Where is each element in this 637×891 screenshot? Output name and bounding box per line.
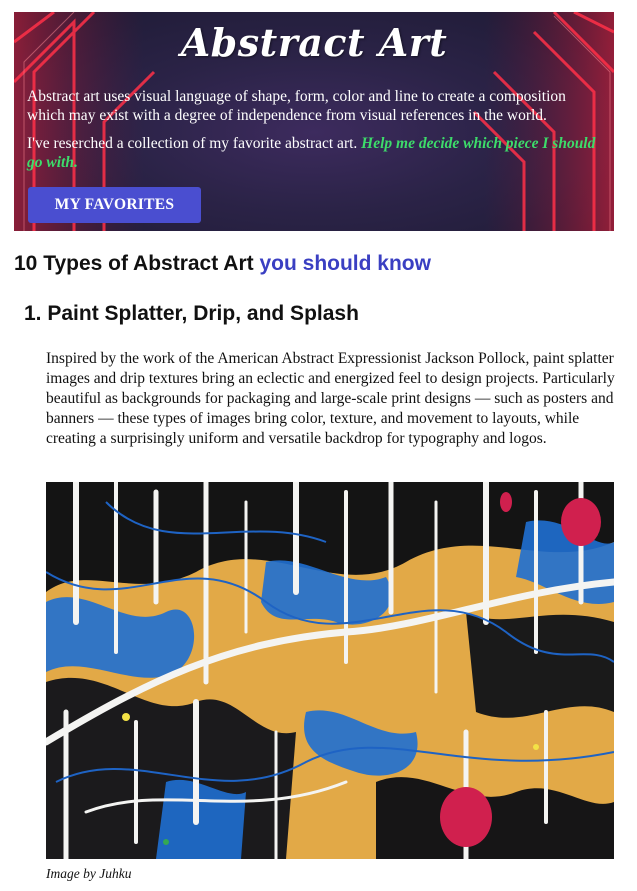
page-title: Abstract Art — [180, 20, 448, 65]
section-heading-main: 10 Types of Abstract Art — [14, 252, 254, 275]
hero-banner: Abstract Art Abstract art uses visual la… — [14, 12, 614, 231]
item-heading: 1. Paint Splatter, Drip, and Splash — [24, 302, 359, 325]
research-paragraph: I've reserched a collection of my favori… — [27, 134, 607, 172]
section-heading: 10 Types of Abstract Art you should know — [14, 252, 431, 276]
paint-splatter-image — [46, 482, 614, 859]
section-heading-accent: you should know — [259, 252, 431, 275]
research-text: I've reserched a collection of my favori… — [27, 135, 358, 152]
item-description: Inspired by the work of the American Abs… — [46, 350, 615, 447]
image-caption: Image by Juhku — [46, 866, 132, 881]
my-favorites-button[interactable]: MY FAVORITES — [28, 187, 201, 223]
intro-paragraph: Abstract art uses visual language of sha… — [27, 88, 566, 124]
